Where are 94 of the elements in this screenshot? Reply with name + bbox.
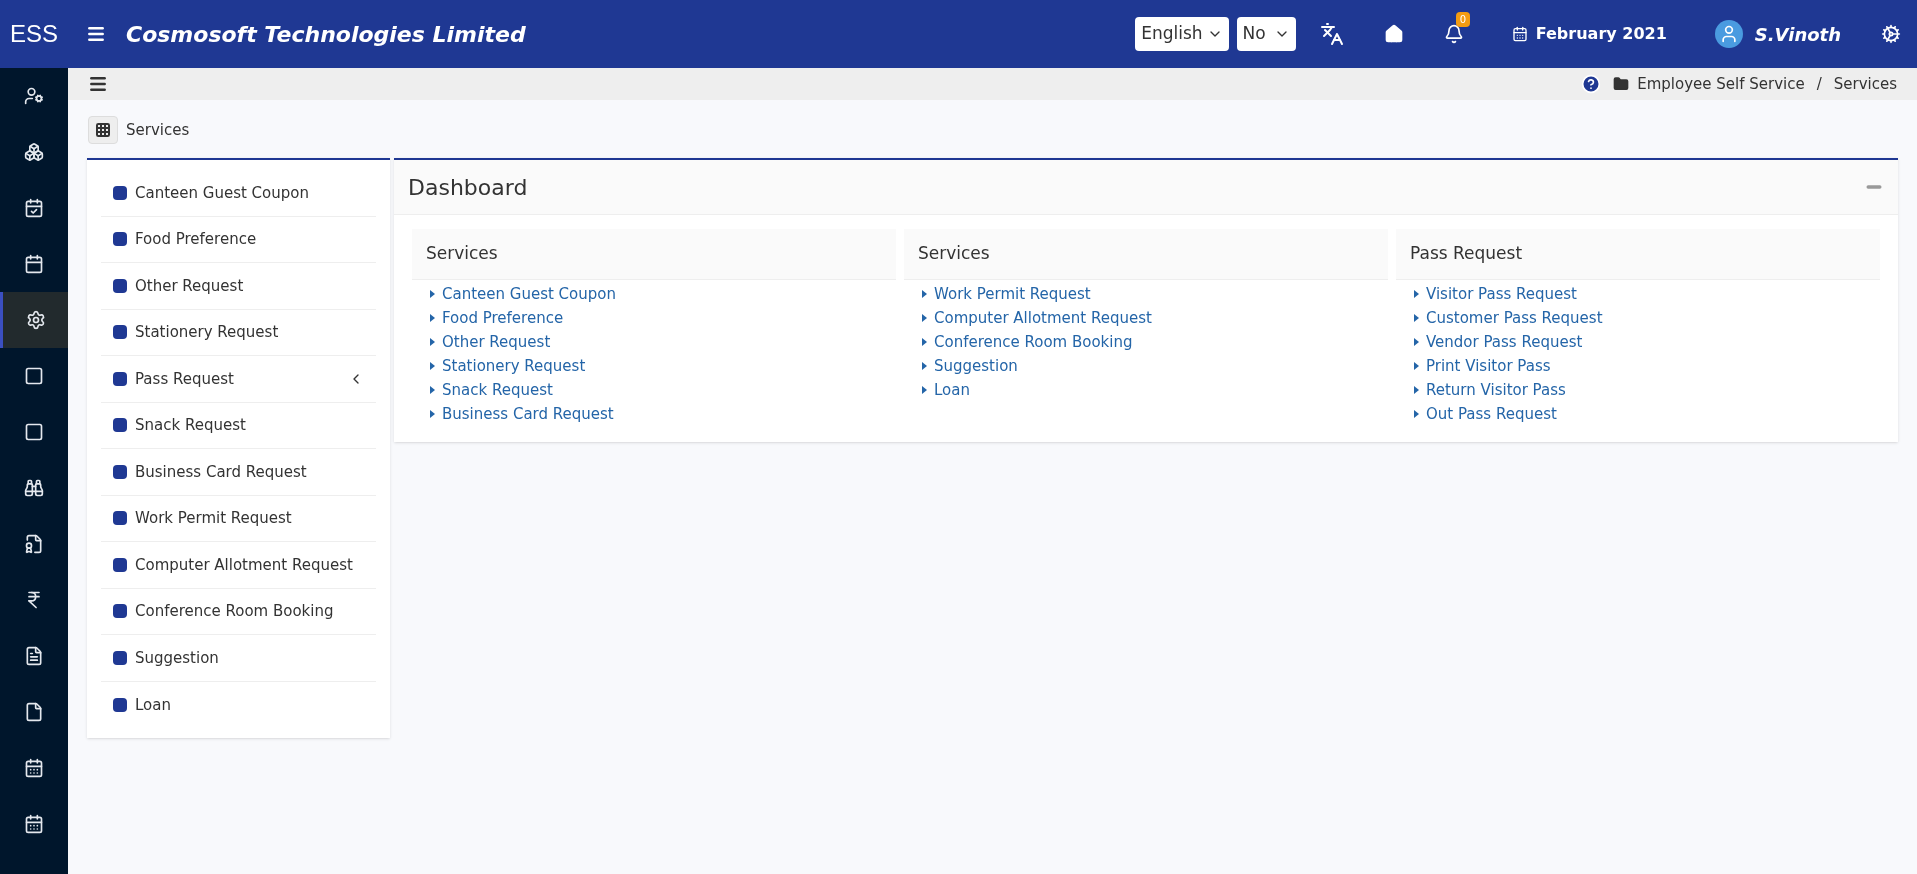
- menu-item[interactable]: Loan: [101, 681, 376, 728]
- menu-label: Canteen Guest Coupon: [135, 182, 309, 204]
- breadcrumb-separator: /: [1816, 73, 1822, 95]
- menu-label: Loan: [135, 694, 171, 716]
- menu-item[interactable]: Suggestion: [101, 635, 376, 682]
- service-link[interactable]: Return Visitor Pass: [1414, 378, 1862, 402]
- settings-icon[interactable]: [1881, 24, 1901, 44]
- bullet-icon: [113, 325, 127, 340]
- menu-item[interactable]: Pass Request: [101, 356, 376, 403]
- service-link[interactable]: Computer Allotment Request: [922, 306, 1370, 330]
- group-title: Services: [412, 229, 896, 280]
- menu-label: Conference Room Booking: [135, 601, 334, 622]
- bullet-icon: [113, 278, 127, 293]
- current-period[interactable]: February 2021: [1535, 22, 1667, 46]
- service-link[interactable]: Food Preference: [430, 306, 878, 330]
- menu-item[interactable]: Conference Room Booking: [101, 588, 376, 635]
- menu-label: Pass Request: [135, 368, 234, 390]
- calendar-icon: [24, 254, 44, 274]
- user-avatar[interactable]: [1714, 20, 1743, 48]
- file-badge-icon: [24, 534, 44, 554]
- calendar-check-icon: [24, 198, 44, 218]
- service-link[interactable]: Out Pass Request: [1414, 402, 1862, 426]
- grid-icon: [95, 122, 111, 138]
- menu-item[interactable]: Business Card Request: [101, 449, 376, 496]
- page-title: Services: [126, 119, 190, 141]
- service-link[interactable]: Print Visitor Pass: [1414, 354, 1862, 378]
- menu-item[interactable]: Snack Request: [101, 402, 376, 449]
- menu-item[interactable]: Food Preference: [101, 216, 376, 263]
- service-link[interactable]: Canteen Guest Coupon: [430, 282, 878, 306]
- binoculars-icon: [24, 478, 44, 498]
- file-icon: [24, 702, 44, 722]
- help-icon[interactable]: [1581, 74, 1602, 94]
- notification-count: 0: [1455, 12, 1471, 27]
- menu-label: Work Permit Request: [135, 508, 292, 529]
- bullet-icon: [113, 464, 127, 479]
- service-link[interactable]: Stationery Request: [430, 354, 878, 378]
- bullet-icon: [113, 418, 127, 433]
- service-link[interactable]: Suggestion: [922, 354, 1370, 378]
- user-name[interactable]: S.Vinoth: [1754, 20, 1841, 48]
- menu-label: Food Preference: [135, 229, 257, 250]
- language-select[interactable]: English: [1135, 17, 1229, 51]
- menu-label: Stationery Request: [135, 322, 279, 343]
- bullet-icon: [113, 697, 127, 712]
- bullet-icon: [113, 371, 127, 386]
- menu-item[interactable]: Stationery Request: [101, 309, 376, 356]
- menu-label: Computer Allotment Request: [135, 554, 353, 576]
- bullet-icon: [113, 511, 127, 526]
- group-title: Services: [904, 229, 1388, 280]
- calendar-icon: [24, 814, 44, 834]
- service-link[interactable]: Vendor Pass Request: [1414, 330, 1862, 354]
- service-link[interactable]: Conference Room Booking: [922, 330, 1370, 354]
- boxes-icon: [24, 142, 44, 162]
- menu-item[interactable]: Other Request: [101, 263, 376, 310]
- calendar-icon: [1511, 26, 1528, 42]
- sidebar-item[interactable]: [0, 292, 68, 348]
- menu-item[interactable]: Work Permit Request: [101, 495, 376, 542]
- menu-item[interactable]: Computer Allotment Request: [101, 542, 376, 589]
- service-link[interactable]: Customer Pass Request: [1414, 306, 1862, 330]
- users-icon: [24, 86, 44, 106]
- menu-label: Other Request: [135, 275, 244, 297]
- service-link[interactable]: Loan: [922, 378, 1370, 402]
- breadcrumb-item[interactable]: Employee Self Service: [1637, 72, 1805, 96]
- document-icon: [24, 646, 44, 666]
- menu-icon[interactable]: [86, 24, 106, 44]
- menu-label: Business Card Request: [135, 461, 307, 483]
- bullet-icon: [113, 650, 127, 665]
- menu-label: Suggestion: [135, 647, 219, 669]
- home-icon[interactable]: [1383, 24, 1404, 44]
- service-link[interactable]: Snack Request: [430, 378, 878, 402]
- breadcrumb-item: Services: [1833, 73, 1897, 95]
- group-title: Pass Request: [1396, 229, 1880, 280]
- square-icon: [24, 422, 44, 442]
- service-link[interactable]: Business Card Request: [430, 402, 878, 426]
- settings-icon: [25, 310, 46, 330]
- bullet-icon: [113, 185, 127, 200]
- calendar-icon: [24, 758, 44, 778]
- folder-icon: [1613, 76, 1630, 92]
- square-icon: [24, 366, 44, 386]
- grid-button[interactable]: [88, 116, 118, 144]
- notification-icon[interactable]: [1443, 24, 1464, 44]
- app-name: ESS: [10, 19, 58, 49]
- bullet-icon: [113, 232, 127, 247]
- panel-title: Dashboard: [408, 173, 528, 202]
- menu-label: Snack Request: [135, 415, 246, 436]
- bullet-icon: [113, 557, 127, 572]
- option-select[interactable]: No: [1236, 17, 1296, 51]
- service-link[interactable]: Visitor Pass Request: [1414, 282, 1862, 306]
- service-link[interactable]: Work Permit Request: [922, 282, 1370, 306]
- menu-icon[interactable]: [88, 74, 108, 94]
- translate-icon[interactable]: [1319, 22, 1344, 46]
- company-name: Cosmosoft Technologies Limited: [126, 20, 526, 49]
- bullet-icon: [113, 604, 127, 619]
- service-link[interactable]: Other Request: [430, 330, 878, 354]
- menu-item[interactable]: Canteen Guest Coupon: [101, 170, 376, 217]
